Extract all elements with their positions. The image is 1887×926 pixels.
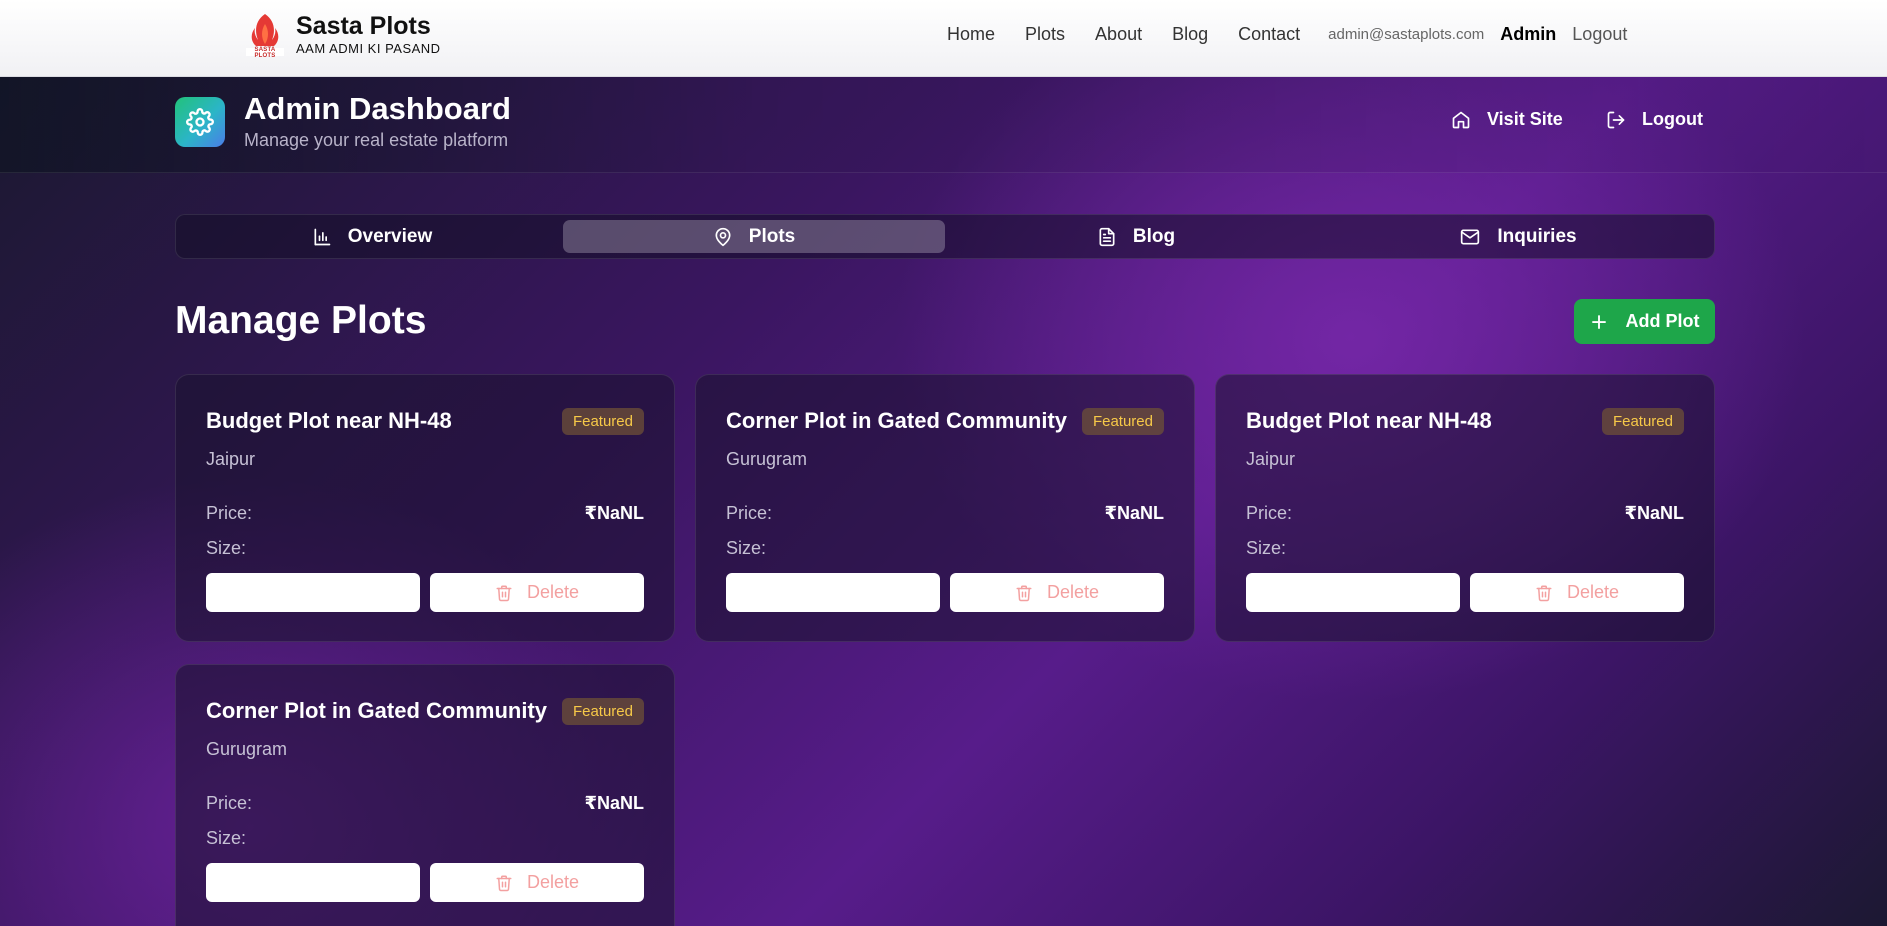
size-label: Size: — [1246, 538, 1287, 558]
plot-title: Corner Plot in Gated Community — [206, 698, 548, 723]
brand-name: Sasta Plots — [296, 12, 431, 40]
delete-button[interactable]: Delete — [1470, 573, 1684, 612]
trash-icon — [496, 585, 512, 601]
plot-location: Gurugram — [206, 739, 288, 759]
edit-button[interactable] — [206, 573, 420, 612]
tab-blog[interactable]: Blog — [945, 220, 1327, 253]
nav-logout[interactable]: Logout — [1572, 24, 1627, 45]
edit-button[interactable] — [206, 863, 420, 902]
nav-contact[interactable]: Contact — [1238, 24, 1300, 45]
plot-card: Budget Plot near NH-48 Featured Jaipur P… — [1215, 374, 1715, 642]
plot-title: Budget Plot near NH-48 — [206, 408, 452, 433]
featured-badge: Featured — [1601, 408, 1684, 435]
plot-card: Corner Plot in Gated Community Featured … — [175, 664, 675, 926]
delete-label: Delete — [1046, 582, 1100, 602]
nav-blog[interactable]: Blog — [1172, 24, 1208, 45]
size-label: Size: — [726, 538, 767, 558]
nav-admin[interactable]: Admin — [1500, 24, 1556, 45]
trash-icon — [496, 875, 512, 891]
delete-button[interactable]: Delete — [430, 863, 644, 902]
tab-label: Plots — [748, 225, 796, 247]
brand[interactable]: SASTA PLOTS Sasta Plots AAM ADMI KI PASA… — [244, 10, 441, 59]
plot-card: Corner Plot in Gated Community Featured … — [695, 374, 1195, 642]
add-plot-label: Add Plot — [1625, 311, 1700, 331]
trash-icon — [1536, 585, 1552, 601]
brand-tagline: AAM ADMI KI PASAND — [296, 41, 441, 56]
featured-badge: Featured — [561, 698, 644, 725]
plot-title: Budget Plot near NH-48 — [1246, 408, 1492, 433]
featured-badge: Featured — [1081, 408, 1164, 435]
logout-label: Logout — [1642, 109, 1703, 129]
plot-title: Corner Plot in Gated Community — [726, 408, 1068, 433]
nav-plots[interactable]: Plots — [1025, 24, 1065, 45]
logo-text: SASTA PLOTS — [254, 47, 276, 59]
delete-label: Delete — [526, 872, 580, 892]
visit-site-button[interactable]: Visit Site — [1451, 109, 1563, 130]
file-text-icon — [1099, 227, 1115, 246]
site-navbar: SASTA PLOTS Sasta Plots AAM ADMI KI PASA… — [0, 0, 1887, 77]
price-label: Price: — [206, 793, 253, 813]
page-title: Admin Dashboard — [244, 91, 511, 126]
tab-label: Overview — [347, 225, 433, 247]
tab-label: Blog — [1132, 225, 1176, 247]
delete-label: Delete — [1566, 582, 1620, 602]
size-label: Size: — [206, 828, 247, 848]
user-email: admin@sastaplots.com — [1328, 26, 1485, 43]
delete-button[interactable]: Delete — [950, 573, 1164, 612]
size-label: Size: — [206, 538, 247, 558]
plot-price: ₹NaNL — [1624, 503, 1684, 523]
dashboard-header: Admin Dashboard Manage your real estate … — [0, 77, 1887, 173]
dashboard-tabs: Overview Plots Blog Inquiries — [175, 214, 1715, 259]
delete-button[interactable]: Delete — [430, 573, 644, 612]
plot-card: Budget Plot near NH-48 Featured Jaipur P… — [175, 374, 675, 642]
plot-location: Gurugram — [726, 449, 808, 469]
nav-home[interactable]: Home — [947, 24, 995, 45]
price-label: Price: — [1246, 503, 1293, 523]
tab-plots[interactable]: Plots — [563, 220, 945, 253]
home-icon — [1452, 111, 1470, 128]
bar-chart-icon — [314, 228, 331, 245]
main-content: Admin Dashboard Manage your real estate … — [0, 77, 1887, 926]
logo-icon: SASTA PLOTS — [244, 10, 286, 59]
edit-button[interactable] — [1246, 573, 1460, 612]
plot-price: ₹NaNL — [1104, 503, 1164, 523]
plot-price: ₹NaNL — [584, 793, 644, 813]
page-subtitle: Manage your real estate platform — [244, 130, 509, 150]
trash-icon — [1016, 585, 1032, 601]
log-out-icon — [1607, 111, 1625, 128]
mail-icon — [1461, 229, 1480, 244]
dashboard-logout-button[interactable]: Logout — [1606, 109, 1703, 130]
section-title: Manage Plots — [175, 299, 427, 342]
featured-badge: Featured — [561, 408, 644, 435]
nav-about[interactable]: About — [1095, 24, 1142, 45]
map-pin-icon — [715, 227, 731, 246]
tab-label: Inquiries — [1497, 225, 1577, 247]
plot-location: Jaipur — [206, 449, 256, 469]
tab-inquiries[interactable]: Inquiries — [1327, 220, 1709, 253]
plus-icon — [1591, 314, 1606, 329]
nav-links: Home Plots About Blog Contact admin@sast… — [947, 24, 1627, 45]
price-label: Price: — [206, 503, 253, 523]
plot-location: Jaipur — [1246, 449, 1296, 469]
plot-price: ₹NaNL — [584, 503, 644, 523]
edit-button[interactable] — [726, 573, 940, 612]
settings-icon — [175, 97, 225, 147]
add-plot-button[interactable]: Add Plot — [1574, 299, 1715, 344]
visit-site-label: Visit Site — [1487, 109, 1563, 129]
delete-label: Delete — [526, 582, 580, 602]
tab-overview[interactable]: Overview — [181, 220, 563, 253]
price-label: Price: — [726, 503, 773, 523]
